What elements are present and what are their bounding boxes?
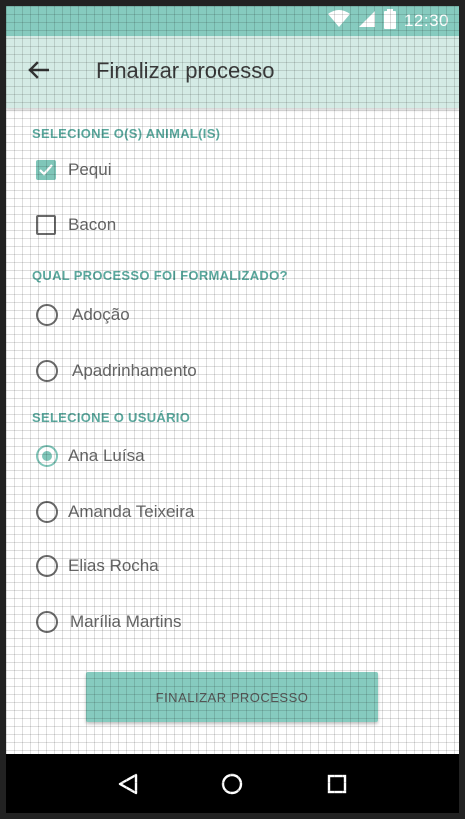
app-screen: 12:30 Finalizar processo SELECIONE O(S) … [6,6,459,813]
animal-checkbox-row-bacon[interactable]: Bacon [32,205,116,245]
user-radio-row-ana-luisa[interactable]: Ana Luísa [32,436,145,476]
animal-checkbox-row-pequi[interactable]: Pequi [32,150,111,190]
radio-unselected[interactable] [36,501,58,523]
process-section-header: QUAL PROCESSO FOI FORMALIZADO? [32,268,288,283]
home-circle-icon[interactable] [216,768,248,800]
user-label: Ana Luísa [68,446,145,465]
user-section-header: SELECIONE O USUÁRIO [32,410,191,425]
navigation-bar [6,754,459,813]
wifi-icon [327,9,350,33]
signal-icon [358,10,376,33]
process-radio-row-adocao[interactable]: Adoção [32,295,130,335]
back-button[interactable] [22,56,54,88]
radio-unselected[interactable] [36,360,58,382]
page-title: Finalizar processo [96,58,275,83]
checkbox-unchecked[interactable] [36,215,56,235]
user-radio-row-elias-rocha[interactable]: Elias Rocha [32,546,159,586]
finalize-process-button[interactable]: FINALIZAR PROCESSO [86,672,378,722]
radio-unselected[interactable] [36,304,58,326]
user-label: Amanda Teixeira [68,502,195,521]
process-radio-row-apadrinhamento[interactable]: Apadrinhamento [32,351,197,391]
user-label: Elias Rocha [68,556,159,575]
radio-selected[interactable] [36,445,58,467]
process-label: Apadrinhamento [72,361,197,380]
user-radio-row-amanda-teixeira[interactable]: Amanda Teixeira [32,492,194,532]
user-radio-row-marilia-martins[interactable]: Marília Martins [32,602,181,642]
status-bar: 12:30 [6,6,459,36]
user-label: Marília Martins [70,612,182,631]
radio-unselected[interactable] [36,611,58,633]
arrow-back-icon [27,60,50,84]
animal-label: Pequi [68,160,112,179]
process-label: Adoção [72,305,130,324]
recents-square-icon[interactable] [321,768,353,800]
radio-dot [42,451,52,461]
check-icon [39,164,53,176]
status-time: 12:30 [403,11,449,30]
app-bar: Finalizar processo [6,36,459,108]
back-triangle-icon[interactable] [112,768,144,800]
animals-section-header: SELECIONE O(S) ANIMAL(IS) [32,126,221,141]
animal-label: Bacon [68,215,117,234]
status-icons: 12:30 [327,6,449,36]
battery-icon [383,8,396,34]
checkbox-checked[interactable] [36,160,56,180]
radio-unselected[interactable] [36,555,58,577]
